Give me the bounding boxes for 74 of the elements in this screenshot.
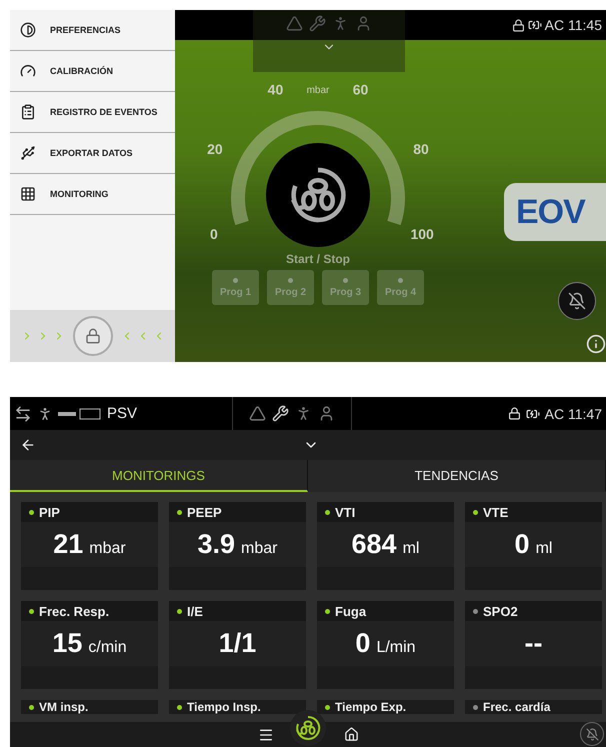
logo: EOV: [504, 183, 606, 241]
card-label: VM insp.: [39, 700, 88, 714]
card-unit: mbar: [89, 540, 126, 558]
card-label: Fuga: [335, 604, 366, 618]
card-unit: ml: [402, 540, 420, 558]
card-label: Tiempo Insp.: [187, 700, 261, 714]
menu-item[interactable]: CALIBRACIÓN: [10, 51, 175, 92]
wrench-icon: [309, 15, 326, 32]
card-label: I/E: [187, 604, 203, 618]
battery-icon: [528, 18, 542, 32]
card-value: --: [524, 628, 542, 659]
card-value: 3.9: [198, 529, 236, 560]
alarm-mute-button[interactable]: [580, 722, 604, 746]
gauge-scale-label: 60: [352, 81, 368, 98]
card-value: 0: [514, 529, 530, 560]
card-value: 684: [352, 529, 397, 560]
triangle-icon: [286, 15, 303, 32]
back-icon[interactable]: [20, 437, 36, 453]
start-stop-button[interactable]: [290, 710, 326, 746]
wrench-icon: [272, 405, 290, 422]
info-icon: [586, 334, 606, 354]
card-value: 0: [355, 628, 370, 659]
card-unit: c/min: [88, 638, 127, 656]
gauge-scale-label: 20: [207, 141, 223, 158]
gauge-scale-label: 100: [410, 226, 434, 242]
clipboard-icon: [20, 104, 36, 120]
card-value: 1/1: [218, 628, 256, 659]
menu-item[interactable]: PREFERENCIAS: [10, 10, 175, 51]
gauge-icon: [20, 63, 36, 79]
lock-icon: [512, 18, 525, 32]
fan-icon: [293, 713, 323, 743]
triangle-icon: [249, 405, 266, 422]
home-icon[interactable]: [344, 727, 358, 742]
contrast-icon: [20, 22, 36, 38]
bell-off-icon: [568, 292, 586, 310]
menu-item[interactable]: EXPORTAR DATOS: [10, 133, 175, 174]
grid-icon: [20, 186, 36, 202]
gauge-scale-label: 80: [413, 141, 429, 158]
bell-off-icon: [586, 728, 598, 740]
menu-item[interactable]: REGISTRO DE EVENTOS: [10, 92, 175, 133]
card-label: Frec. Resp.: [39, 604, 110, 618]
card-label: PEEP: [187, 504, 222, 520]
tab[interactable]: TENDENCIAS: [308, 460, 606, 492]
lock-icon: [508, 407, 521, 420]
circuit-icon: [58, 406, 102, 420]
arrows-icon: [14, 404, 32, 422]
menu-item[interactable]: MONITORING: [10, 174, 175, 215]
card-label: VTI: [335, 504, 356, 520]
info-button[interactable]: [586, 334, 606, 354]
card-unit: ml: [536, 540, 552, 558]
lock-knob[interactable]: [72, 316, 112, 356]
start-stop-label: Start / Stop: [286, 252, 350, 266]
head-icon: [355, 15, 372, 32]
alarm-mute-button[interactable]: [558, 282, 596, 320]
status-time: AC 11:47: [544, 406, 602, 422]
card-unit: mbar: [241, 540, 278, 558]
card-label: Frec. cardía: [483, 700, 550, 714]
card-label: VTE: [483, 504, 508, 520]
gauge-scale-label: 40: [268, 81, 284, 98]
card-unit: L/min: [376, 638, 416, 656]
gauge-unit: mbar: [306, 85, 330, 96]
menu-icon[interactable]: [258, 726, 274, 742]
card-value: 21: [53, 529, 84, 560]
ventilation-mode: PSV: [107, 405, 138, 422]
tab[interactable]: MONITORINGS: [10, 460, 308, 492]
card-label: PIP: [39, 504, 60, 520]
card-value: 15: [52, 628, 82, 659]
start-stop-button[interactable]: [266, 143, 370, 247]
card-label: SPO2: [483, 604, 518, 618]
gauge-scale-label: 0: [210, 226, 218, 242]
usb-icon: [20, 145, 36, 161]
status-time: AC 11:45: [544, 17, 602, 33]
card-label: Tiempo Exp.: [335, 700, 406, 714]
fan-icon: [293, 170, 344, 220]
